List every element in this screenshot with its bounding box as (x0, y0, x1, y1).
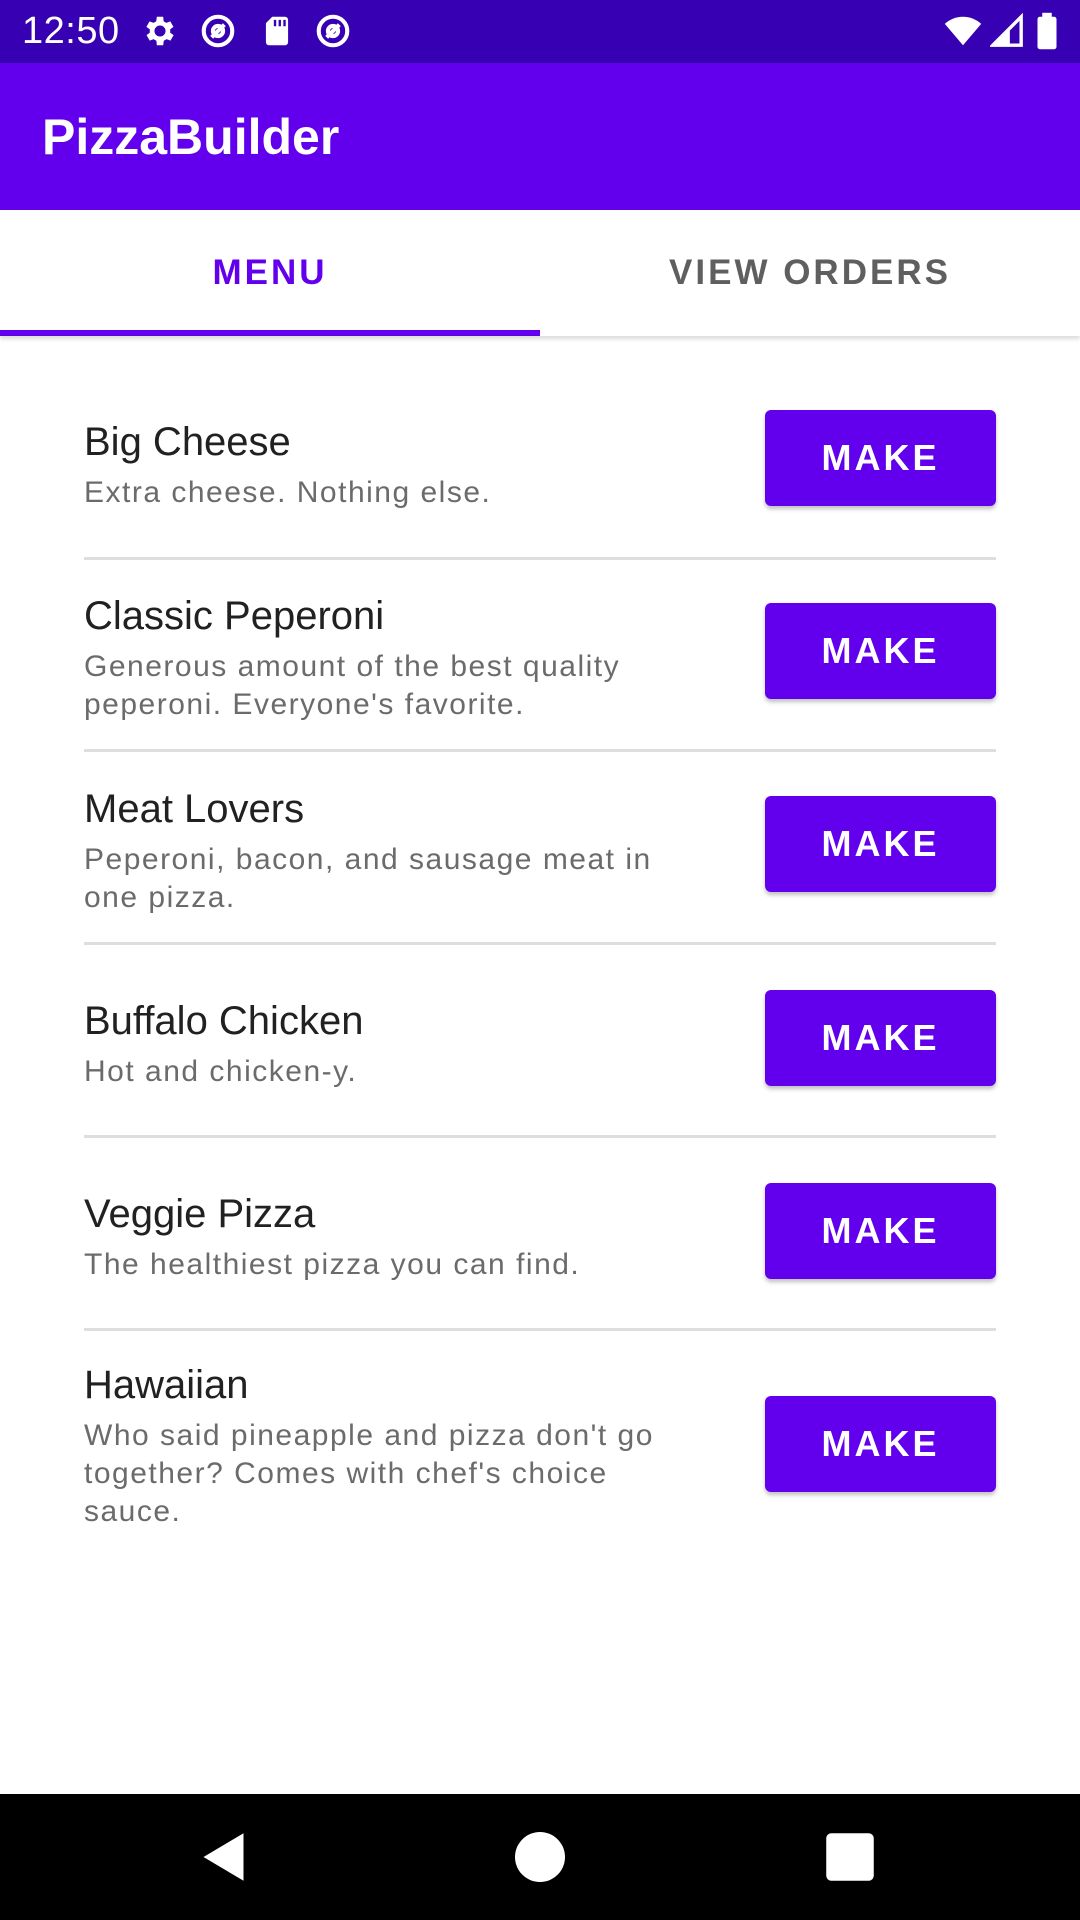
pizza-description: Hot and chicken-y. (84, 1055, 358, 1088)
recents-icon[interactable] (820, 1827, 880, 1887)
navigation-bar (0, 1794, 1080, 1920)
pizza-description: Generous amount of the best quality pepe… (84, 650, 621, 721)
back-icon[interactable] (196, 1827, 256, 1887)
status-time: 12:50 (22, 10, 120, 52)
home-icon[interactable] (510, 1827, 570, 1887)
signal-icon (990, 12, 1024, 50)
app-bar: PizzaBuilder (0, 63, 1080, 210)
at-sign-icon (314, 12, 352, 50)
divider (84, 557, 996, 560)
pizza-name: Classic Peperoni (84, 594, 385, 638)
divider (84, 749, 996, 752)
pizza-name: Hawaiian (84, 1363, 249, 1407)
battery-icon (1034, 12, 1060, 50)
at-sign-icon (199, 12, 237, 50)
pizza-description: Extra cheese. Nothing else. (84, 476, 492, 509)
make-button[interactable]: MAKE (765, 1183, 996, 1279)
wifi-icon (942, 12, 984, 50)
make-button[interactable]: MAKE (765, 410, 996, 506)
divider (84, 942, 996, 945)
gear-icon (141, 12, 179, 50)
pizza-name: Veggie Pizza (84, 1192, 316, 1236)
pizza-description: Who said pineapple and pizza don't go to… (84, 1419, 654, 1528)
tab-bar: MENU VIEW ORDERS (0, 210, 1080, 336)
pizza-name: Meat Lovers (84, 787, 305, 831)
status-bar: 12:50 (0, 0, 1080, 63)
tab-menu[interactable]: MENU (0, 210, 540, 336)
make-button[interactable]: MAKE (765, 603, 996, 699)
tab-view-orders[interactable]: VIEW ORDERS (540, 210, 1080, 336)
make-button[interactable]: MAKE (765, 990, 996, 1086)
app-title: PizzaBuilder (42, 109, 340, 165)
make-button[interactable]: MAKE (765, 1396, 996, 1492)
pizza-name: Big Cheese (84, 420, 291, 464)
divider (84, 1328, 996, 1331)
pizza-description: The healthiest pizza you can find. (84, 1248, 581, 1281)
pizza-name: Buffalo Chicken (84, 999, 364, 1043)
sd-card-icon (258, 12, 296, 50)
divider (84, 1135, 996, 1138)
pizza-description: Peperoni, bacon, and sausage meat in one… (84, 843, 652, 914)
tab-indicator (0, 330, 540, 336)
make-button[interactable]: MAKE (765, 796, 996, 892)
